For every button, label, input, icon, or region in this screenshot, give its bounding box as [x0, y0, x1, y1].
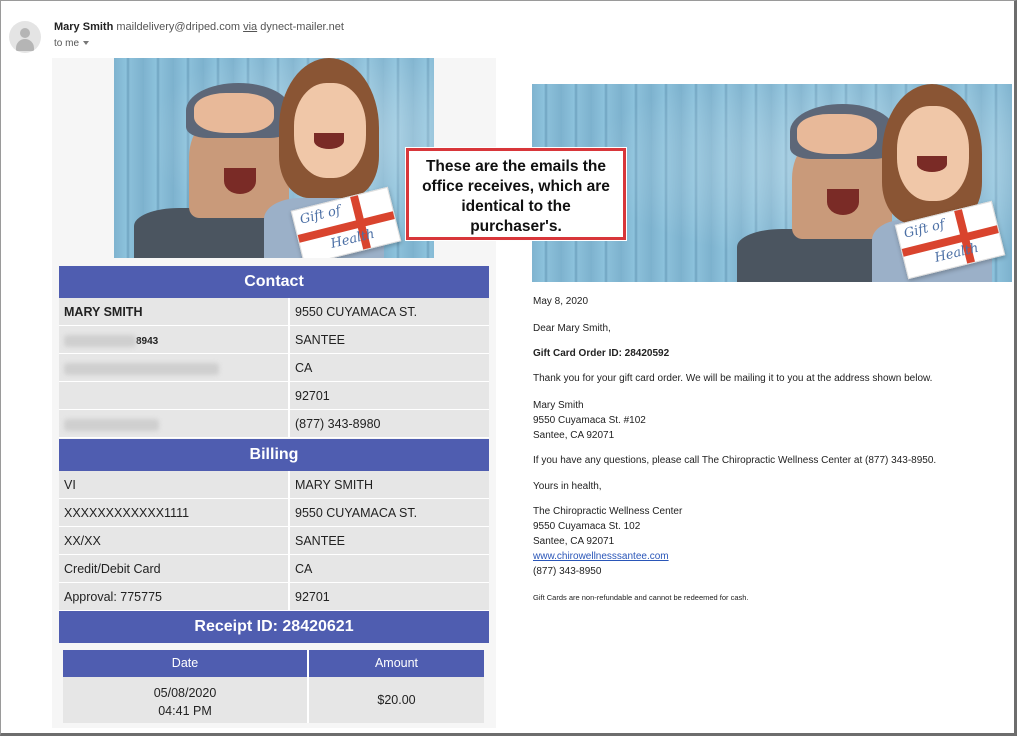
callout-line2: office receives, which are — [422, 178, 610, 195]
billing-payment-method: Credit/Debit Card — [59, 555, 290, 582]
avatar-body-shape — [16, 39, 34, 51]
callout-line3: identical to the — [461, 198, 571, 215]
annotation-callout: These are the emails the office receives… — [406, 148, 626, 240]
table-row: MARY SMITH 9550 CUYAMACA ST. — [59, 298, 489, 326]
contact-table: Contact MARY SMITH 9550 CUYAMACA ST. 894… — [59, 266, 489, 438]
table-row: 92701 — [59, 382, 489, 410]
letter-addr-street: 9550 Cuyamaca St. #102 — [533, 415, 646, 426]
woman-hand — [194, 93, 274, 133]
billing-approval: Approval: 775775 — [59, 583, 290, 610]
card-text-line1: Gift of — [902, 217, 947, 242]
letter-org-street: 9550 Cuyamaca St. 102 — [533, 521, 641, 532]
letter-addr-city: Santee, CA 92071 — [533, 430, 615, 441]
letter-thanks: Thank you for your gift card order. We w… — [533, 373, 933, 384]
receipt-header-row: Date Amount — [63, 650, 484, 677]
callout-line1: These are the emails the — [425, 158, 607, 175]
receipt-datetime-cell: 05/08/2020 04:41 PM — [63, 677, 309, 723]
chevron-down-icon[interactable] — [83, 41, 90, 46]
contact-name: MARY SMITH — [59, 298, 290, 325]
letter-questions: If you have any questions, please call T… — [533, 455, 937, 466]
woman-face — [897, 106, 969, 201]
letter-closing: Yours in health, — [533, 481, 602, 492]
gift-banner-left: Gift of Health — [114, 58, 434, 258]
billing-city: SANTEE — [290, 527, 489, 554]
contact-city: SANTEE — [290, 326, 489, 353]
woman-hand — [797, 114, 877, 154]
receipt-col-date: Date — [63, 650, 309, 677]
callout-line4: purchaser's. — [470, 218, 562, 235]
table-row: (877) 343-8980 — [59, 410, 489, 438]
letter-disclaimer: Gift Cards are non-refundable and cannot… — [533, 593, 749, 602]
contact-zip: 92701 — [290, 382, 489, 409]
billing-street: 9550 CUYAMACA ST. — [290, 499, 489, 526]
receipt-time: 04:41 PM — [158, 704, 212, 718]
table-row: 05/08/2020 04:41 PM $20.00 — [63, 677, 484, 723]
billing-header: Billing — [59, 439, 489, 471]
receipt-id-header: Receipt ID: 28420621 — [59, 611, 489, 643]
letter-date: May 8, 2020 — [533, 296, 589, 307]
receipt-amount: $20.00 — [309, 677, 484, 723]
woman-face — [294, 83, 366, 178]
letter-order-id: Gift Card Order ID: 28420592 — [533, 348, 670, 359]
letter-phone: (877) 343-8950 — [533, 566, 602, 577]
phone-suffix: 8943 — [136, 336, 159, 347]
card-text-line1: Gift of — [298, 203, 343, 228]
contact-office-phone: (877) 343-8980 — [290, 410, 489, 437]
table-row: VI MARY SMITH — [59, 471, 489, 499]
table-row: XXXXXXXXXXXX1111 9550 CUYAMACA ST. — [59, 499, 489, 527]
billing-state: CA — [290, 555, 489, 582]
table-row: Approval: 775775 92701 — [59, 583, 489, 611]
man-mouth — [224, 168, 256, 194]
avatar-head-shape — [20, 28, 30, 38]
contact-street: 9550 CUYAMACA ST. — [290, 298, 489, 325]
contact-email-redacted — [59, 354, 290, 381]
letter-org-city: Santee, CA 92071 — [533, 536, 615, 547]
table-row: XX/XX SANTEE — [59, 527, 489, 555]
contact-header: Contact — [59, 266, 489, 298]
recipient-label: to me — [54, 38, 80, 49]
contact-empty-cell — [59, 382, 290, 409]
table-row: Credit/Debit Card CA — [59, 555, 489, 583]
man-mouth — [827, 189, 859, 215]
receipt-table: Date Amount 05/08/2020 04:41 PM $20.00 — [63, 650, 484, 723]
via-link[interactable]: via — [243, 21, 257, 33]
billing-card-type: VI — [59, 471, 290, 498]
billing-card-number: XXXXXXXXXXXX1111 — [59, 499, 290, 526]
billing-zip: 92701 — [290, 583, 489, 610]
table-row: 8943 SANTEE — [59, 326, 489, 354]
via-domain: dynect-mailer.net — [260, 21, 344, 33]
letter-greeting: Dear Mary Smith, — [533, 323, 611, 334]
redaction-blur — [64, 418, 159, 431]
redaction-blur — [64, 362, 219, 375]
woman-mouth — [917, 156, 947, 172]
letter-website-link[interactable]: www.chirowellnesssantee.com — [533, 551, 669, 562]
table-row: CA — [59, 354, 489, 382]
letter-addr-name: Mary Smith — [533, 400, 584, 411]
recipient-toggle[interactable]: to me — [54, 38, 90, 49]
contact-state: CA — [290, 354, 489, 381]
receipt-date: 05/08/2020 — [153, 686, 217, 700]
woman-mouth — [314, 133, 344, 149]
contact-phone-redacted: 8943 — [59, 326, 290, 353]
sender-line: Mary Smith maildelivery@driped.com via d… — [54, 21, 344, 33]
redaction-blur — [64, 334, 136, 347]
sender-email: maildelivery@driped.com — [116, 21, 241, 33]
letter-org: The Chiropractic Wellness Center — [533, 506, 683, 517]
contact-field-redacted — [59, 410, 290, 437]
sender-avatar[interactable] — [9, 21, 41, 53]
billing-name: MARY SMITH — [290, 471, 489, 498]
receipt-col-amount: Amount — [309, 650, 484, 677]
sender-name[interactable]: Mary Smith — [54, 21, 113, 33]
billing-table: Billing VI MARY SMITH XXXXXXXXXXXX1111 9… — [59, 439, 489, 643]
billing-expiry: XX/XX — [59, 527, 290, 554]
